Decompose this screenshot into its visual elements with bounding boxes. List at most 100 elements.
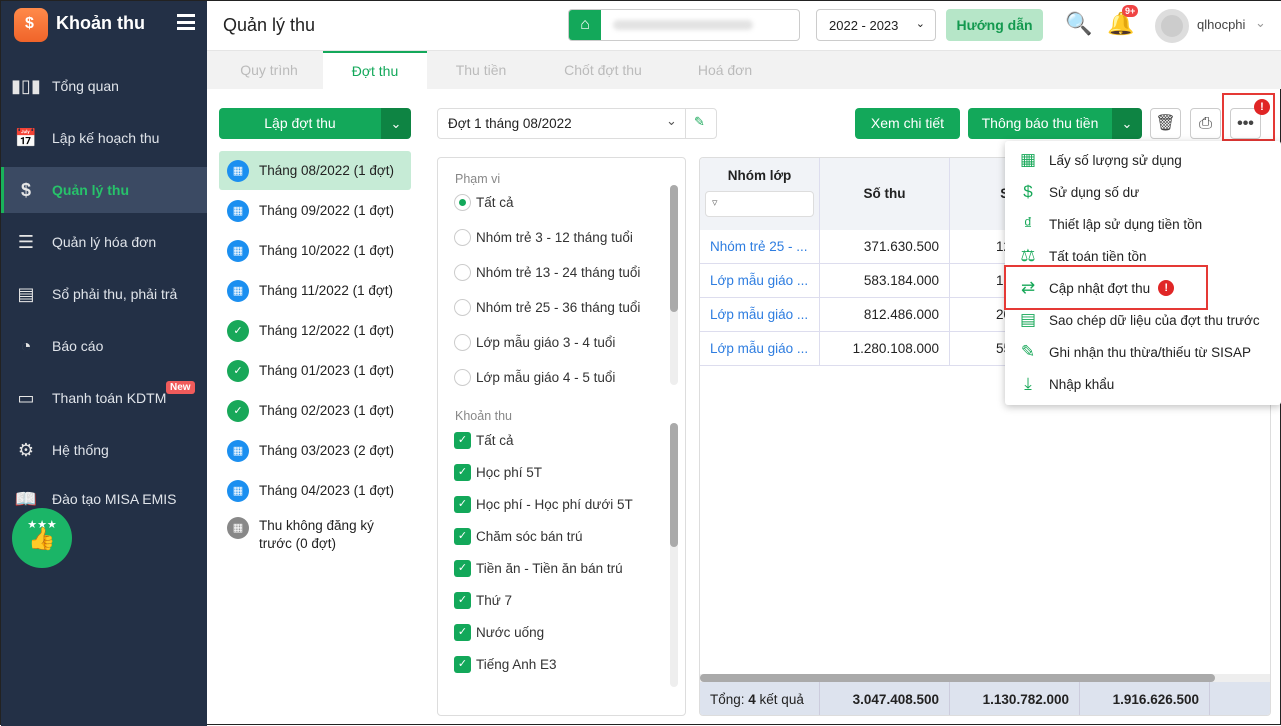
month-item[interactable]: ▦ Tháng 04/2023 (1 đợt) bbox=[219, 471, 411, 510]
month-item[interactable]: ✓ Tháng 02/2023 (1 đợt) bbox=[219, 391, 411, 430]
tab-quy-trinh[interactable]: Quy trình bbox=[217, 51, 321, 89]
month-item[interactable]: ▦ Tháng 11/2022 (1 đợt) bbox=[219, 271, 411, 310]
sidebar-item-he-thong[interactable]: ⚙ Hệ thống bbox=[1, 427, 207, 473]
sidebar-item-so-phai-thu[interactable]: ▤ Sổ phải thu, phải trả bbox=[1, 271, 207, 317]
view-detail-button[interactable]: Xem chi tiết bbox=[855, 108, 960, 139]
col-header-nhom-lop[interactable]: Nhóm lớp ▿ bbox=[700, 158, 820, 230]
tab-hoa-don[interactable]: Hoá đơn bbox=[673, 51, 777, 89]
fee-checkbox[interactable]: ✓ Tiền ăn - Tiền ăn bán trú bbox=[454, 560, 623, 577]
filter-input[interactable]: ▿ bbox=[705, 191, 814, 217]
notify-payment-button[interactable]: Thông báo thu tiền bbox=[968, 108, 1112, 139]
fees-scrollbar[interactable] bbox=[670, 423, 678, 687]
scope-radio[interactable]: Nhóm trẻ 25 - 36 tháng tuổi bbox=[454, 299, 640, 316]
ledger-icon: ▤ bbox=[17, 283, 35, 304]
month-item[interactable]: ▦ Thu không đăng ký trước (0 đợt) bbox=[219, 511, 411, 561]
school-selector[interactable]: ⌂ bbox=[568, 9, 800, 41]
print-icon[interactable]: ⎙ bbox=[1190, 108, 1221, 139]
sidebar-item-label: Đào tạo MISA EMIS bbox=[52, 491, 177, 507]
menu-item[interactable]: ₫ Thiết lập sử dụng tiền tồn bbox=[1005, 208, 1281, 240]
month-item[interactable]: ▦ Tháng 03/2023 (2 đợt) bbox=[219, 431, 411, 470]
footer-prefix: Tổng: bbox=[710, 692, 749, 707]
rate-thumbs-up-button[interactable]: ★★★ 👍 bbox=[12, 508, 72, 568]
menu-item[interactable]: $ Sử dụng số dư bbox=[1005, 176, 1281, 208]
menu-item[interactable]: ⤓ Nhập khẩu bbox=[1005, 368, 1281, 400]
checkbox-checked-icon[interactable]: ✓ bbox=[454, 592, 471, 609]
scope-radio[interactable]: Lớp mẫu giáo 4 - 5 tuổi bbox=[454, 369, 615, 386]
class-group-link[interactable]: Lớp mẫu giáo ... bbox=[700, 332, 820, 366]
scope-radio[interactable]: Nhóm trẻ 3 - 12 tháng tuổi bbox=[454, 229, 633, 246]
checkbox-checked-icon[interactable]: ✓ bbox=[454, 496, 471, 513]
menu-item-label: Sử dụng số dư bbox=[1049, 184, 1140, 200]
guide-button[interactable]: Hướng dẫn bbox=[946, 9, 1043, 41]
sidebar-item-quan-ly-hoa-don[interactable]: ☰ Quản lý hóa đơn bbox=[1, 219, 207, 265]
scope-radio[interactable]: Lớp mẫu giáo 3 - 4 tuổi bbox=[454, 334, 615, 351]
month-item[interactable]: ✓ Tháng 12/2022 (1 đợt) bbox=[219, 311, 411, 350]
fee-checkbox[interactable]: ✓ Học phí 5T bbox=[454, 464, 542, 481]
sidebar-item-thanh-toan-kdtm[interactable]: ▭ Thanh toán KDTM New bbox=[1, 375, 207, 421]
tab-chot-dot-thu[interactable]: Chốt đợt thu bbox=[551, 51, 655, 89]
month-label: Thu không đăng ký trước (0 đợt) bbox=[259, 518, 374, 551]
month-item[interactable]: ▦ Tháng 08/2022 (1 đợt) bbox=[219, 151, 411, 190]
fee-checkbox[interactable]: ✓ Chăm sóc bán trú bbox=[454, 528, 583, 545]
tab-thu-tien[interactable]: Thu tiền bbox=[429, 51, 533, 89]
radio-button[interactable] bbox=[454, 334, 471, 351]
notify-dropdown-chevron-icon[interactable]: ⌄ bbox=[1112, 108, 1142, 139]
class-group-link[interactable]: Lớp mẫu giáo ... bbox=[700, 264, 820, 298]
fee-checkbox[interactable]: ✓ Tiếng Anh E3 bbox=[454, 656, 557, 673]
checkbox-checked-icon[interactable]: ✓ bbox=[454, 624, 471, 641]
fee-option-label: Tiếng Anh E3 bbox=[476, 657, 557, 672]
create-batch-dropdown-chevron-icon[interactable]: ⌄ bbox=[381, 108, 411, 139]
fee-checkbox[interactable]: ✓ Học phí - Học phí dưới 5T bbox=[454, 496, 633, 513]
avatar[interactable] bbox=[1155, 9, 1189, 43]
checkbox-checked-icon[interactable]: ✓ bbox=[454, 560, 471, 577]
month-item[interactable]: ▦ Tháng 09/2022 (1 đợt) bbox=[219, 191, 411, 230]
fee-checkbox[interactable]: ✓ Nước uống bbox=[454, 624, 544, 641]
horizontal-scrollbar[interactable] bbox=[700, 674, 1270, 682]
edit-pencil-icon[interactable]: ✎ bbox=[694, 114, 705, 130]
radio-button[interactable] bbox=[454, 264, 471, 281]
month-item[interactable]: ✓ Tháng 01/2023 (1 đợt) bbox=[219, 351, 411, 390]
checkbox-checked-icon[interactable]: ✓ bbox=[454, 656, 471, 673]
scope-radio[interactable]: Nhóm trẻ 13 - 24 tháng tuổi bbox=[454, 264, 640, 281]
radio-button[interactable] bbox=[454, 194, 471, 211]
scope-scrollbar[interactable] bbox=[670, 185, 678, 385]
fees-label: Khoản thu bbox=[455, 409, 512, 423]
menu-item[interactable]: ▦ Lấy số lượng sử dụng bbox=[1005, 144, 1281, 176]
scope-radio[interactable]: Tất cả bbox=[454, 194, 514, 211]
fee-checkbox[interactable]: ✓ Tất cả bbox=[454, 432, 514, 449]
chevron-down-icon[interactable]: ⌄ bbox=[1255, 15, 1266, 31]
scale-icon: ⚖ bbox=[1020, 246, 1036, 265]
radio-button[interactable] bbox=[454, 369, 471, 386]
radio-button[interactable] bbox=[454, 299, 471, 316]
sidebar-item-quan-ly-thu[interactable]: $ Quản lý thu bbox=[1, 167, 207, 213]
radio-button[interactable] bbox=[454, 229, 471, 246]
col-header-so-thu[interactable]: Số thu bbox=[820, 158, 950, 230]
fee-checkbox[interactable]: ✓ Thứ 7 bbox=[454, 592, 512, 609]
month-label: Tháng 04/2023 (1 đợt) bbox=[259, 483, 394, 498]
money-hand-icon: ₫ bbox=[1023, 214, 1033, 233]
header-label: Nhóm lớp bbox=[727, 168, 792, 183]
divider bbox=[685, 109, 686, 138]
menu-item[interactable]: ✎ Ghi nhận thu thừa/thiếu từ SISAP bbox=[1005, 336, 1281, 368]
checkbox-checked-icon[interactable]: ✓ bbox=[454, 528, 471, 545]
class-group-link[interactable]: Lớp mẫu giáo ... bbox=[700, 298, 820, 332]
sidebar-item-bao-cao[interactable]: ◔ Báo cáo bbox=[1, 323, 207, 369]
sidebar-item-tong-quan[interactable]: ▮▯▮ Tổng quan bbox=[1, 63, 207, 109]
sidebar-item-label: Quản lý hóa đơn bbox=[52, 234, 157, 250]
notification-badge: 9+ bbox=[1122, 5, 1139, 17]
class-group-link[interactable]: Nhóm trẻ 25 - ... bbox=[700, 230, 820, 264]
checkbox-checked-icon[interactable]: ✓ bbox=[454, 464, 471, 481]
month-item[interactable]: ▦ Tháng 10/2022 (1 đợt) bbox=[219, 231, 411, 270]
batch-select[interactable]: Đợt 1 tháng 08/2022 ⌄ ✎ bbox=[437, 108, 717, 139]
checkbox-checked-icon[interactable]: ✓ bbox=[454, 432, 471, 449]
footer-total: 1.130.782.000 bbox=[950, 682, 1080, 715]
sidebar-item-lap-ke-hoach-thu[interactable]: 📅 Lập kế hoạch thu bbox=[1, 115, 207, 161]
school-year-select[interactable]: 2022 - 2023 ⌄ bbox=[816, 9, 936, 41]
menu-toggle-icon[interactable] bbox=[177, 14, 195, 30]
create-batch-button[interactable]: Lập đợt thu bbox=[219, 108, 381, 139]
username[interactable]: qlhocphi bbox=[1197, 17, 1245, 32]
gear-icon: ⚙ bbox=[17, 439, 35, 460]
search-chart-icon[interactable]: 🔍 bbox=[1065, 11, 1092, 37]
tab-dot-thu[interactable]: Đợt thu bbox=[323, 51, 427, 89]
delete-trash-icon[interactable]: 🗑 bbox=[1150, 108, 1181, 139]
